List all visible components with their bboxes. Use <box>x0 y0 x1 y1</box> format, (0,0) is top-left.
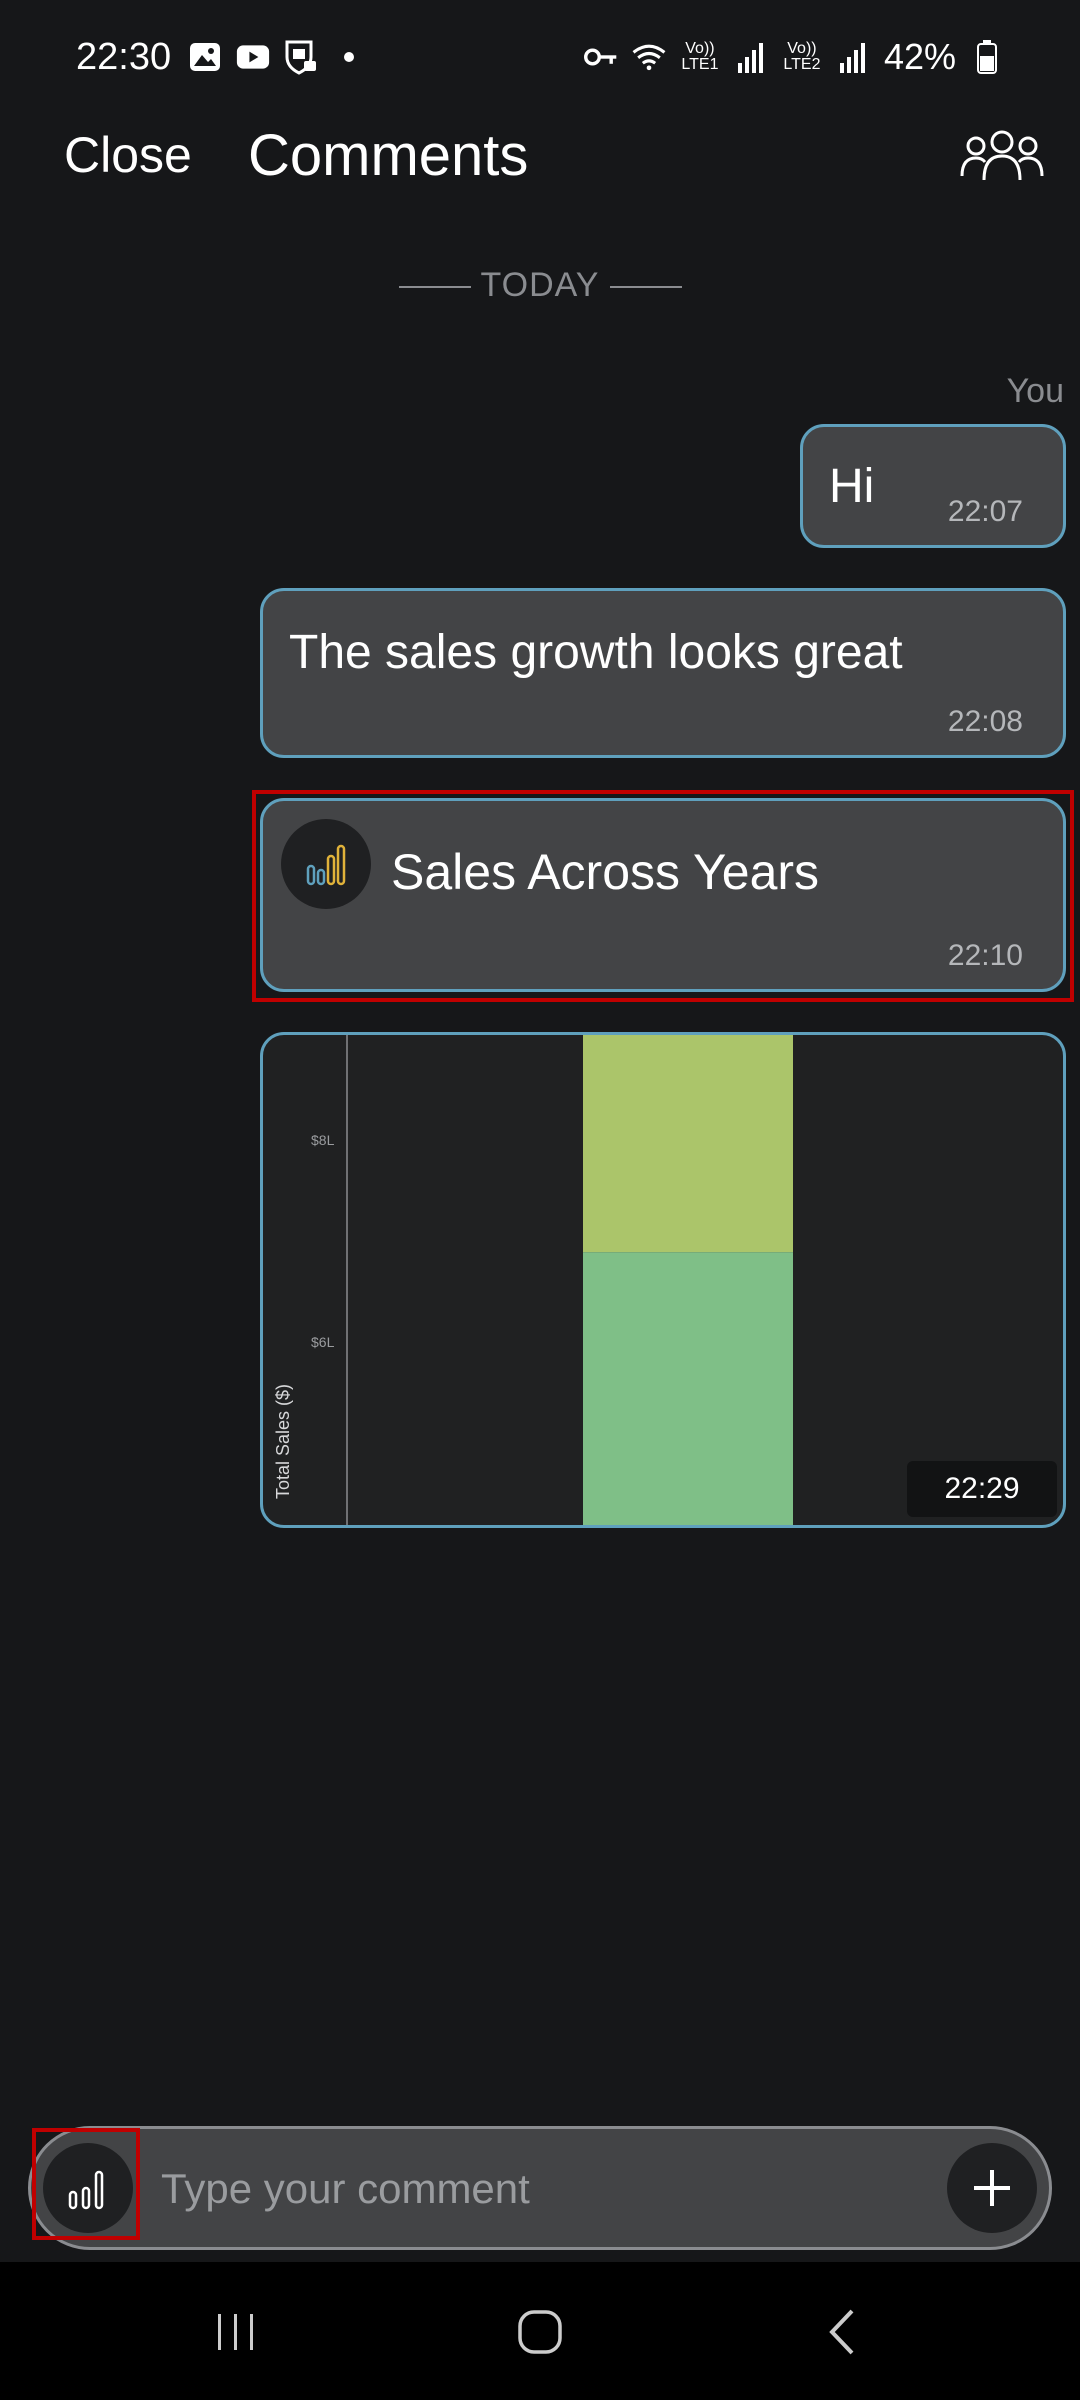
chart-canvas: $8L $6L Total Sales ($) <box>273 1035 793 1525</box>
message-time: 22:29 <box>907 1461 1057 1517</box>
message-bubble[interactable]: The sales growth looks great 22:08 <box>260 588 1066 758</box>
comment-input[interactable] <box>159 2153 803 2225</box>
date-divider-label: TODAY <box>480 266 600 304</box>
chart-link-message[interactable]: Sales Across Years 22:10 <box>260 798 1066 992</box>
status-bar: 22:30 Vo)) LTE1 Vo)) LTE2 42% <box>0 0 1080 120</box>
notification-icons <box>188 40 366 75</box>
message-bubble[interactable]: Hi 22:07 <box>800 424 1066 548</box>
system-nav-bar <box>0 2262 1080 2400</box>
divider-line-right <box>609 286 682 289</box>
y-tick-label: $8L <box>311 1132 335 1148</box>
page-title: Comments <box>248 123 529 188</box>
home-icon[interactable] <box>500 2302 580 2362</box>
y-axis-label: Total Sales ($) <box>273 1384 293 1499</box>
wifi-icon <box>632 40 666 74</box>
plus-icon <box>974 2170 1010 2206</box>
gallery-icon <box>188 40 222 74</box>
secure-folder-icon <box>284 40 318 75</box>
y-tick-label: $6L <box>311 1334 335 1350</box>
network-1-label: Vo)) LTE1 <box>681 40 719 73</box>
chart-message[interactable]: $8L $6L Total Sales ($) 22:29 <box>260 1032 1066 1528</box>
message-text: Sales Across Years <box>391 844 820 900</box>
message-text: Hi <box>829 460 875 513</box>
bar-segment <box>583 1252 793 1525</box>
divider-line-left <box>398 286 471 289</box>
bar-segment <box>583 1035 793 1253</box>
comment-composer <box>28 2126 1052 2250</box>
message-time: 22:07 <box>947 495 1023 528</box>
youtube-icon <box>236 40 270 74</box>
message-time: 22:08 <box>947 705 1023 738</box>
status-time: 22:30 <box>76 36 172 78</box>
battery-icon <box>970 40 1004 74</box>
vpn-key-icon <box>583 40 618 74</box>
system-icons: Vo)) LTE1 Vo)) LTE2 42% <box>583 36 1004 78</box>
bar-chart-icon <box>281 819 371 909</box>
dot-icon <box>332 40 366 74</box>
close-button[interactable]: Close <box>64 126 192 184</box>
back-icon[interactable] <box>802 2302 882 2362</box>
message-text: The sales growth looks great <box>289 626 903 679</box>
group-icon[interactable] <box>960 124 1044 188</box>
signal-2-icon <box>836 40 870 74</box>
highlight-frame <box>32 2128 140 2240</box>
bar-group <box>583 1035 793 1525</box>
recents-icon[interactable] <box>196 2302 276 2362</box>
signal-1-icon <box>734 40 768 74</box>
date-divider: TODAY <box>0 266 1080 305</box>
add-button[interactable] <box>947 2143 1037 2233</box>
battery-percent: 42% <box>883 36 956 77</box>
network-2-label: Vo)) LTE2 <box>783 40 821 73</box>
sender-label: You <box>1006 372 1064 410</box>
message-time: 22:10 <box>947 939 1023 972</box>
